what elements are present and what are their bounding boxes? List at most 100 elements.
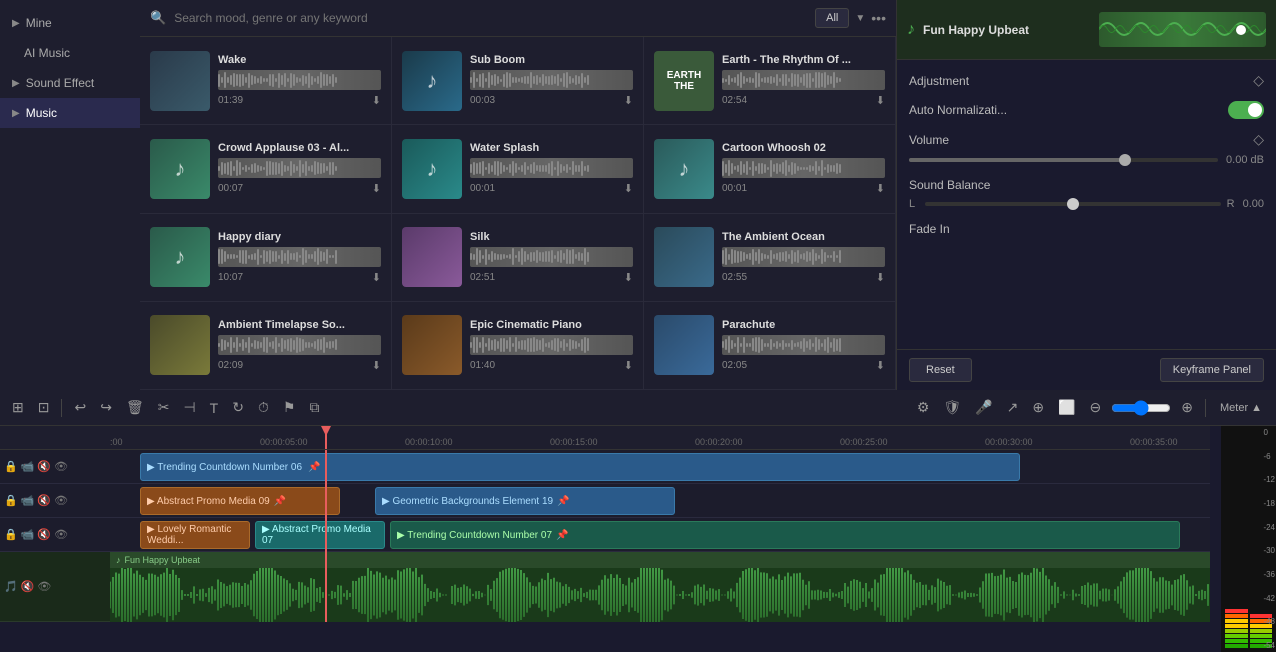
media-card-7[interactable]: Silk 02:51 ⬇ (392, 214, 644, 302)
download-icon-2[interactable]: ⬇ (876, 94, 885, 107)
eye-icon-1[interactable]: 👁 (54, 460, 68, 473)
track-clip-geometric[interactable]: ▶ Geometric Backgrounds Element 19 📌 (375, 487, 675, 515)
magnet-icon[interactable]: ⊡ (34, 397, 54, 418)
playhead[interactable] (325, 426, 327, 449)
time-mark-3: 00:00:15:00 (550, 437, 598, 447)
track-clip-trending-07[interactable]: ▶ Trending Countdown Number 07 📌 (390, 521, 1180, 549)
screen-icon[interactable]: ⬜ (1054, 397, 1079, 418)
media-card-10[interactable]: Epic Cinematic Piano 01:40 ⬇ (392, 302, 644, 390)
export-icon[interactable]: ↗ (1003, 397, 1023, 418)
undo-icon[interactable]: ↩ (70, 397, 90, 418)
download-icon-4[interactable]: ⬇ (624, 182, 633, 195)
flag-icon[interactable]: ⚑ (279, 397, 300, 418)
meter-button[interactable]: Meter ▲ (1214, 400, 1268, 416)
media-card-6[interactable]: ♪ Happy diary 10:07 ⬇ (140, 214, 392, 302)
volume-diamond-icon[interactable]: ◇ (1253, 131, 1264, 148)
media-title-11: Parachute (722, 319, 885, 331)
media-card-3[interactable]: ♪ Crowd Applause 03 - Al... 00:07 ⬇ (140, 125, 392, 213)
keyframe-panel-button[interactable]: Keyframe Panel (1160, 358, 1264, 382)
audio-clip[interactable]: ♪ Fun Happy Upbeat (110, 552, 1210, 622)
track-clip-abstract-09[interactable]: ▶ Abstract Promo Media 09 📌 (140, 487, 340, 515)
download-icon-9[interactable]: ⬇ (372, 359, 381, 372)
eye-icon-2[interactable]: 👁 (54, 494, 68, 507)
media-waveform-2 (722, 70, 885, 90)
auto-normalize-toggle[interactable] (1228, 101, 1264, 119)
media-thumb-1: ♪ (402, 51, 462, 111)
eye-icon-3[interactable]: 👁 (54, 528, 68, 541)
audio-icon[interactable]: 🎵 (4, 580, 18, 593)
media-info-6: Happy diary 10:07 ⬇ (218, 231, 381, 284)
download-icon-7[interactable]: ⬇ (624, 271, 633, 284)
mic-icon[interactable]: 🎤 (971, 397, 996, 418)
mute-icon-1[interactable]: 🔇 (37, 460, 51, 473)
volume-slider-track[interactable] (909, 158, 1218, 162)
all-filter-button[interactable]: All (815, 8, 849, 28)
volume-slider-thumb[interactable] (1119, 154, 1131, 166)
audio-eye-icon[interactable]: 👁 (37, 580, 51, 593)
download-icon-10[interactable]: ⬇ (624, 359, 633, 372)
music-thumb-icon: ♪ (175, 156, 186, 182)
mute-icon-2[interactable]: 🔇 (37, 494, 51, 507)
audio-mute-icon[interactable]: 🔇 (21, 580, 35, 593)
clock-icon[interactable]: ⏱ (254, 397, 273, 418)
diamond-icon[interactable]: ◇ (1253, 72, 1264, 89)
sidebar-item-ai-music[interactable]: AI Music (0, 38, 140, 68)
copy-icon[interactable]: ⧉ (305, 397, 323, 418)
grid-icon[interactable]: ⊞ (8, 397, 28, 418)
media-card-2[interactable]: EARTHTHE Earth - The Rhythm Of ... 02:54… (644, 37, 896, 125)
shield-icon[interactable]: 🛡 (939, 397, 965, 418)
balance-control: L R 0.00 (909, 198, 1264, 210)
track-clip-trending-06[interactable]: ▶ Trending Countdown Number 06 📌 (140, 453, 1020, 481)
lock-icon[interactable]: 🔒 (4, 460, 18, 473)
reset-button[interactable]: Reset (909, 358, 972, 382)
mute-icon-3[interactable]: 🔇 (37, 528, 51, 541)
track-clip-abstract-07[interactable]: ▶ Abstract Promo Media 07 (255, 521, 385, 549)
download-icon-3[interactable]: ⬇ (372, 182, 381, 195)
split-icon[interactable]: ⊣ (179, 397, 199, 418)
download-icon-5[interactable]: ⬇ (876, 182, 885, 195)
video-icon-2[interactable]: 📹 (21, 494, 35, 507)
video-icon-3[interactable]: 📹 (21, 528, 35, 541)
download-icon-8[interactable]: ⬇ (876, 271, 885, 284)
balance-slider-track[interactable] (925, 202, 1221, 206)
more-options-button[interactable]: ••• (871, 10, 886, 26)
lock-icon-2[interactable]: 🔒 (4, 494, 18, 507)
redo-icon[interactable]: ↪ (96, 397, 116, 418)
progress-thumb[interactable] (1236, 25, 1246, 35)
media-card-9[interactable]: Ambient Timelapse So... 02:09 ⬇ (140, 302, 392, 390)
delete-icon[interactable]: 🗑 (122, 397, 148, 418)
download-icon-11[interactable]: ⬇ (876, 359, 885, 372)
download-icon-0[interactable]: ⬇ (372, 94, 381, 107)
media-card-1[interactable]: ♪ Sub Boom 00:03 ⬇ (392, 37, 644, 125)
media-duration-2: 02:54 (722, 95, 747, 106)
zoom-in-icon[interactable]: ⊕ (1177, 397, 1197, 418)
media-card-11[interactable]: Parachute 02:05 ⬇ (644, 302, 896, 390)
lock-icon-3[interactable]: 🔒 (4, 528, 18, 541)
settings-icon[interactable]: ⚙ (913, 397, 934, 418)
media-card-8[interactable]: The Ambient Ocean 02:55 ⬇ (644, 214, 896, 302)
zoom-out-icon[interactable]: ⊖ (1086, 397, 1106, 418)
text-icon[interactable]: T (206, 398, 223, 418)
track-clip-lovely[interactable]: ▶ Lovely Romantic Weddi... (140, 521, 250, 549)
download-icon-1[interactable]: ⬇ (624, 94, 633, 107)
rotate-icon[interactable]: ↻ (228, 397, 248, 418)
zoom-slider[interactable] (1111, 400, 1171, 416)
vu-meter: 0 -6 -12 -18 -24 -30 -36 -42 -48 -54 (1221, 426, 1276, 652)
media-card-5[interactable]: ♪ Cartoon Whoosh 02 00:01 ⬇ (644, 125, 896, 213)
media-card-0[interactable]: Wake 01:39 ⬇ (140, 37, 392, 125)
sidebar-item-music[interactable]: ▶ Music (0, 98, 140, 128)
sidebar-item-sound-effect[interactable]: ▶ Sound Effect (0, 68, 140, 98)
balance-slider-thumb[interactable] (1067, 198, 1079, 210)
video-icon-1[interactable]: 📹 (21, 460, 35, 473)
media-meta-4: 00:01 ⬇ (470, 182, 633, 195)
audio-waveform-svg: (function() { var svg = document.current… (110, 568, 1210, 622)
media-card-4[interactable]: ♪ Water Splash 00:01 ⬇ (392, 125, 644, 213)
media-duration-11: 02:05 (722, 360, 747, 371)
meter-chevron-icon: ▲ (1251, 402, 1262, 414)
download-icon-6[interactable]: ⬇ (372, 271, 381, 284)
sidebar-item-mine[interactable]: ▶ Mine (0, 8, 140, 38)
search-input[interactable] (174, 11, 807, 25)
network-icon[interactable]: ⊕ (1028, 397, 1048, 418)
scissors-icon[interactable]: ✂ (154, 397, 174, 418)
media-info-0: Wake 01:39 ⬇ (218, 54, 381, 107)
